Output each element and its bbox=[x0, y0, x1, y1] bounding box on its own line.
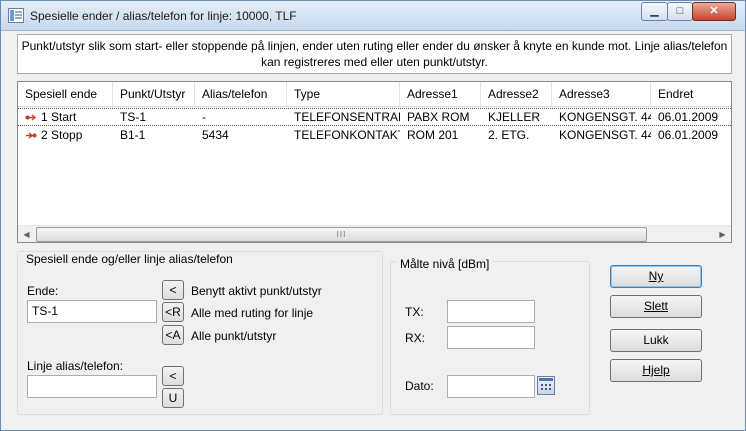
close-button[interactable]: ✕ bbox=[692, 2, 736, 21]
column-header-alias-telefon[interactable]: Alias/telefon bbox=[195, 82, 287, 107]
tx-label: TX: bbox=[405, 305, 424, 319]
all-points-button[interactable]: <A bbox=[162, 325, 184, 345]
alias-u-button[interactable]: U bbox=[162, 388, 184, 408]
cell-adresse2: KJELLER bbox=[488, 110, 541, 124]
cell-endret: 06.01.2009 bbox=[658, 110, 719, 124]
cell-punkt: TS-1 bbox=[120, 110, 147, 124]
use-active-point-button[interactable]: < bbox=[162, 280, 184, 300]
ende-field[interactable]: TS-1 bbox=[27, 300, 157, 323]
table-row[interactable]: 2 Stopp B1-1 5434 TELEFONKONTAKT ROM 201… bbox=[18, 127, 731, 145]
tx-field[interactable] bbox=[447, 300, 535, 323]
dialog-window: Spesielle ender / alias/telefon for linj… bbox=[0, 0, 746, 431]
scroll-right-icon[interactable]: ▶ bbox=[714, 226, 731, 242]
special-end-group-title: Spesiell ende og/eller linje alias/telef… bbox=[23, 252, 236, 266]
maximize-button[interactable]: □ bbox=[667, 2, 693, 21]
cell-ende: 2 Stopp bbox=[41, 128, 83, 142]
minimize-button[interactable]: ▁ bbox=[641, 2, 668, 21]
cell-adresse3: KONGENSGT. 44 bbox=[559, 128, 651, 142]
delete-button[interactable]: Slett bbox=[610, 295, 702, 318]
column-header-adresse1[interactable]: Adresse1 bbox=[400, 82, 481, 107]
scroll-left-icon[interactable]: ◀ bbox=[18, 226, 35, 242]
all-with-routing-label: Alle med ruting for linje bbox=[191, 306, 314, 320]
cell-adresse1: PABX ROM bbox=[407, 110, 470, 124]
window-title: Spesielle ender / alias/telefon for linj… bbox=[30, 9, 297, 23]
ende-label: Ende: bbox=[27, 284, 59, 298]
cell-adresse2: 2. ETG. bbox=[488, 128, 530, 142]
special-ends-list[interactable]: Spesiell ende Punkt/Utstyr Alias/telefon… bbox=[17, 81, 732, 243]
cell-ende: 1 Start bbox=[41, 110, 77, 124]
column-header-adresse3[interactable]: Adresse3 bbox=[552, 82, 651, 107]
calendar-icon[interactable] bbox=[537, 376, 555, 395]
delete-button-label: Slett bbox=[643, 299, 668, 313]
rx-field[interactable] bbox=[447, 326, 535, 349]
all-points-label: Alle punkt/utstyr bbox=[191, 329, 277, 343]
help-button-label: Hjelp bbox=[642, 363, 670, 377]
cell-alias: 5434 bbox=[202, 128, 229, 142]
cell-type: TELEFONSENTRAL bbox=[294, 110, 400, 124]
cell-adresse1: ROM 201 bbox=[407, 128, 459, 142]
table-row[interactable]: 1 Start TS-1 - TELEFONSENTRAL PABX ROM K… bbox=[18, 108, 731, 126]
alias-label: Linje alias/telefon: bbox=[27, 359, 124, 373]
cell-punkt: B1-1 bbox=[120, 128, 146, 142]
column-header-endret[interactable]: Endret bbox=[651, 82, 731, 107]
title-bar[interactable]: Spesielle ender / alias/telefon for linj… bbox=[1, 1, 745, 31]
column-header-type[interactable]: Type bbox=[287, 82, 400, 107]
cell-alias: - bbox=[202, 110, 206, 124]
cell-endret: 06.01.2009 bbox=[658, 128, 719, 142]
column-header-adresse2[interactable]: Adresse2 bbox=[481, 82, 552, 107]
alias-field[interactable] bbox=[27, 375, 157, 398]
column-header-punkt-utstyr[interactable]: Punkt/Utstyr bbox=[113, 82, 195, 107]
date-field[interactable] bbox=[447, 375, 535, 398]
use-active-point-label: Benytt aktivt punkt/utstyr bbox=[191, 284, 322, 298]
info-text: Punkt/utstyr slik som start- eller stopp… bbox=[17, 34, 732, 74]
close-dialog-button-label: Lukk bbox=[643, 333, 669, 347]
date-label: Dato: bbox=[405, 379, 434, 393]
help-button[interactable]: Hjelp bbox=[610, 359, 702, 382]
list-header: Spesiell ende Punkt/Utstyr Alias/telefon… bbox=[18, 82, 731, 107]
cell-adresse3: KONGENSGT. 44 bbox=[559, 110, 651, 124]
rx-label: RX: bbox=[405, 331, 426, 345]
alias-use-button[interactable]: < bbox=[162, 366, 184, 386]
new-button[interactable]: Ny bbox=[610, 265, 702, 288]
new-button-label: Ny bbox=[648, 269, 664, 283]
measured-level-group-title: Målte nivå [dBm] bbox=[397, 257, 493, 271]
close-dialog-button[interactable]: Lukk bbox=[610, 329, 702, 352]
app-icon bbox=[8, 8, 24, 23]
horizontal-scrollbar[interactable]: ◀ III ▶ bbox=[18, 225, 731, 242]
scrollbar-thumb[interactable]: III bbox=[36, 227, 647, 242]
column-header-spesiell-ende[interactable]: Spesiell ende bbox=[18, 82, 113, 107]
all-with-routing-button[interactable]: <R bbox=[162, 302, 184, 322]
cell-type: TELEFONKONTAKT bbox=[294, 128, 400, 142]
